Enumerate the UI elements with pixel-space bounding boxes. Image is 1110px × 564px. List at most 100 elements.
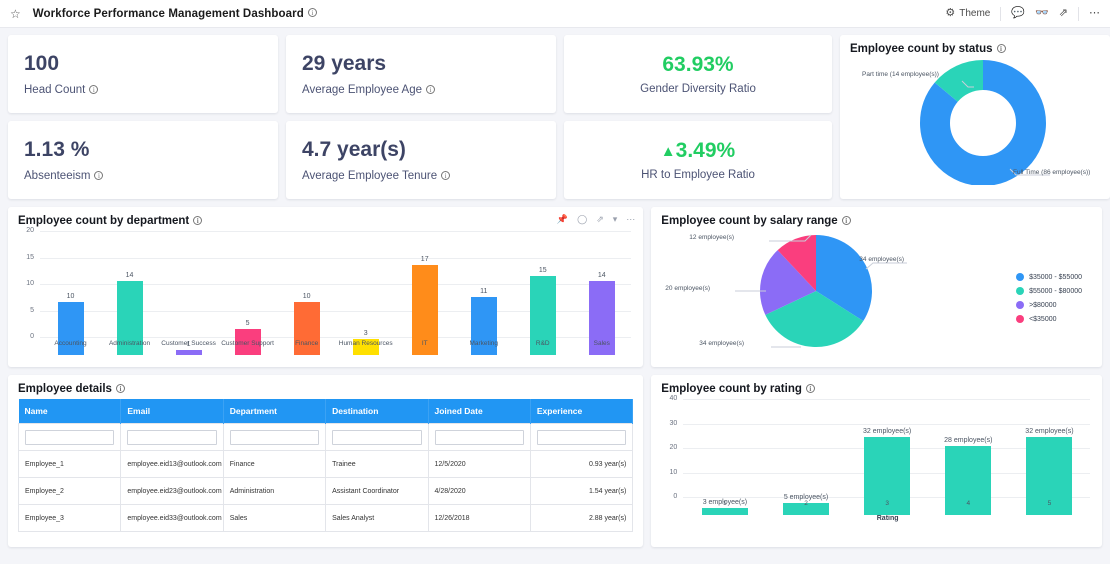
legend-item[interactable]: >$80000 [1016, 301, 1082, 309]
bar-value-label: 10 [303, 293, 311, 300]
info-icon[interactable]: i [193, 216, 202, 225]
expand-icon[interactable]: ⇗ [596, 215, 604, 224]
table-cell: Finance [223, 451, 325, 478]
x-axis-tick: R&D [513, 340, 572, 347]
more-icon[interactable]: ⋯ [626, 215, 635, 224]
kpi-value: 63.93% [662, 53, 733, 77]
legend-label: $55000 - $80000 [1029, 288, 1082, 295]
table-row[interactable]: Employee_1employee.eid13@outlook.comFina… [19, 451, 633, 478]
rating-axis-label: Rating [683, 515, 1092, 522]
x-axis-tick: 1 [684, 500, 765, 507]
x-axis-tick: 3 [847, 500, 928, 507]
column-filter-input[interactable] [127, 430, 216, 445]
bottom-row: Employee detailsi NameEmailDepartmentDes… [8, 375, 1102, 547]
title-info-icon[interactable]: i [308, 8, 317, 17]
column-filter-input[interactable] [537, 430, 626, 445]
kpi-card-hr-to-employee-ratio: ▲3.49% HR to Employee Ratio [564, 121, 832, 199]
table-column-header[interactable]: Email [121, 399, 223, 424]
table-cell: employee.eid33@outlook.com [121, 505, 223, 532]
info-icon[interactable]: i [842, 216, 851, 225]
pie-label-12: 12 employee(s) [689, 234, 734, 241]
favorite-star-icon[interactable]: ☆ [10, 8, 21, 20]
column-filter-input[interactable] [25, 430, 114, 445]
filter-icon[interactable]: ▾ [613, 215, 618, 224]
table-column-header[interactable]: Joined Date [428, 399, 530, 424]
expand-icon[interactable]: ⇗ [1059, 8, 1068, 19]
legend-item[interactable]: $35000 - $55000 [1016, 273, 1082, 281]
y-axis-tick: 20 [661, 444, 677, 451]
bar[interactable] [294, 302, 320, 355]
divider [1078, 7, 1079, 21]
panel-title: Employee count by ratingi [661, 383, 1092, 395]
table-filter-cell[interactable] [19, 424, 121, 451]
panel-title: Employee count by departmenti [18, 215, 633, 227]
y-axis-tick: 40 [661, 395, 677, 402]
theme-button[interactable]: ⚙ Theme [945, 8, 990, 19]
x-axis-tick: 4 [928, 500, 1009, 507]
bar-value-label: 32 employee(s) [863, 428, 911, 435]
legend-item[interactable]: <$35000 [1016, 315, 1082, 323]
info-icon[interactable]: i [89, 85, 98, 94]
kpi-card-average-age: 29 years Average Employee Agei [286, 35, 556, 113]
x-axis-tick: Sales [572, 340, 631, 347]
table-row[interactable]: Employee_2employee.eid23@outlook.comAdmi… [19, 478, 633, 505]
comment-icon[interactable]: 💬 [1011, 8, 1025, 19]
table-column-header[interactable]: Experience [530, 399, 632, 424]
column-filter-input[interactable] [332, 430, 421, 445]
table-row[interactable]: Employee_3employee.eid33@outlook.comSale… [19, 505, 633, 532]
salary-pie-chart[interactable]: 12 employee(s) 34 employee(s) 20 employe… [661, 229, 1092, 355]
bar[interactable] [58, 302, 84, 355]
pie-label-34-a: 34 employee(s) [859, 256, 904, 263]
table-column-header[interactable]: Department [223, 399, 325, 424]
column-filter-input[interactable] [435, 430, 524, 445]
bar[interactable] [702, 508, 748, 515]
kpi-value: 1.13 % [24, 138, 262, 162]
column-filter-input[interactable] [230, 430, 319, 445]
x-axis-labels: AccountingAdministrationCustomer Success… [41, 340, 631, 347]
info-icon[interactable]: i [441, 171, 450, 180]
glasses-icon[interactable]: 👓 [1035, 8, 1049, 19]
kpi-label-text: Average Employee Age [302, 84, 422, 96]
topbar-actions: ⚙ Theme 💬 👓 ⇗ ⋯ [945, 7, 1100, 21]
table-cell: 0.93 year(s) [530, 451, 632, 478]
bar-value-label: 3 [364, 330, 368, 337]
info-icon[interactable]: i [806, 384, 815, 393]
pie-label-34-b: 34 employee(s) [699, 340, 744, 347]
y-axis-tick: 15 [18, 254, 34, 261]
info-icon[interactable]: i [426, 85, 435, 94]
info-icon[interactable]: i [997, 44, 1006, 53]
panel-toolbar: 📌 ◯ ⇗ ▾ ⋯ [557, 215, 635, 224]
table-cell: 2.88 year(s) [530, 505, 632, 532]
table-column-header[interactable]: Name [19, 399, 121, 424]
bar-value-label: 32 employee(s) [1025, 428, 1073, 435]
kpi-card-head-count: 100 Head Counti [8, 35, 278, 113]
legend-item[interactable]: $55000 - $80000 [1016, 287, 1082, 295]
legend-swatch-icon [1016, 301, 1024, 309]
bar-value-label: 28 employee(s) [944, 437, 992, 444]
panel-employee-count-by-salary-range: Employee count by salary rangei 12 emplo… [651, 207, 1102, 367]
info-icon[interactable]: i [116, 384, 125, 393]
more-icon[interactable]: ⋯ [1089, 8, 1100, 19]
kpi-label: HR to Employee Ratio [641, 169, 755, 181]
table-filter-cell[interactable] [223, 424, 325, 451]
table-filter-cell[interactable] [326, 424, 428, 451]
dashboard-body: 100 Head Counti 29 years Average Employe… [0, 28, 1110, 547]
info-icon[interactable]: i [94, 171, 103, 180]
table-filter-cell[interactable] [530, 424, 632, 451]
rating-bar-chart[interactable]: 0102030403 employee(s)5 employee(s)32 em… [661, 399, 1092, 515]
x-axis-tick: 2 [765, 500, 846, 507]
table-filter-cell[interactable] [428, 424, 530, 451]
bar[interactable] [176, 350, 202, 355]
pin-icon[interactable]: 📌 [557, 215, 568, 224]
y-axis-tick: 5 [18, 307, 34, 314]
comment-icon[interactable]: ◯ [577, 215, 587, 224]
table-column-header[interactable]: Destination [326, 399, 428, 424]
table-filter-cell[interactable] [121, 424, 223, 451]
gridline [40, 231, 631, 232]
bar-column[interactable]: 5 [218, 320, 277, 356]
department-bar-chart[interactable]: 0510152010141510317111514AccountingAdmin… [18, 231, 633, 355]
donut-chart[interactable]: Part time (14 employee(s)) Full Time (86… [850, 57, 1100, 187]
donut-label-part-time: Part time (14 employee(s)) [862, 71, 939, 78]
y-axis-tick: 20 [18, 227, 34, 234]
kpi-card-average-tenure: 4.7 year(s) Average Employee Tenurei [286, 121, 556, 199]
